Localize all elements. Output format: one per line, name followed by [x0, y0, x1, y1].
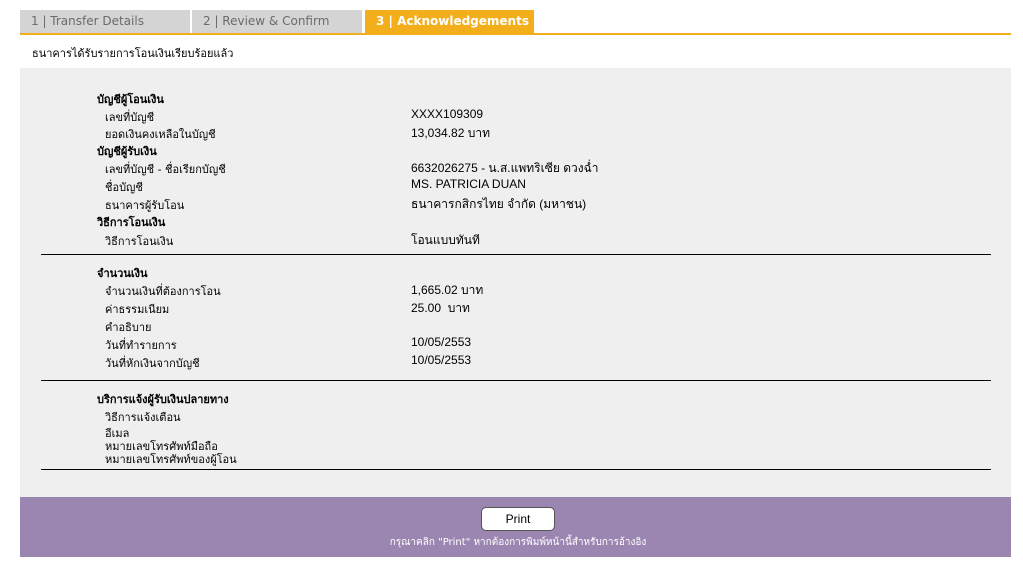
- section-divider: [41, 469, 991, 470]
- print-note: กรุณาคลิก "Print" หากต้องการพิมพ์หน้านี้…: [389, 537, 647, 548]
- tab-review-confirm[interactable]: 2 | Review & Confirm: [192, 10, 362, 33]
- transfer-amount-value: 1,665.02 บาท: [411, 283, 484, 297]
- transfer-amount-label: จำนวนเงินที่ต้องการโอน: [105, 285, 221, 298]
- section-divider: [41, 380, 991, 381]
- notify-heading: บริการแจ้งผู้รับเงินปลายทาง: [97, 393, 229, 406]
- section-divider: [41, 254, 991, 255]
- from-account-number: XXXX109309: [411, 107, 484, 121]
- debit-date-label: วันที่หักเงินจากบัญชี: [105, 357, 200, 370]
- tab-underline: [20, 33, 1011, 35]
- tab-transfer-details[interactable]: 1 | Transfer Details: [20, 10, 190, 33]
- description-label: คำอธิบาย: [105, 321, 152, 334]
- to-account-value: 6632026275 - น.ส.แพทริเซีย ดวงฉ่ำ: [411, 161, 599, 175]
- tab-acknowledgements[interactable]: 3 | Acknowledgements: [365, 10, 534, 33]
- print-button[interactable]: Print: [481, 507, 555, 531]
- transfer-method-value: โอนแบบทันที: [411, 233, 480, 247]
- to-account-heading: บัญชีผู้รับเงิน: [97, 145, 157, 158]
- account-name-value: MS. PATRICIA DUAN: [411, 177, 526, 191]
- fee-label: ค่าธรรมเนียม: [105, 303, 170, 316]
- transfer-method-label: วิธีการโอนเงิน: [105, 235, 174, 248]
- balance-value: 13,034.82 บาท: [411, 126, 490, 140]
- sender-phone-label: หมายเลขโทรศัพท์ของผู้โอน: [105, 453, 237, 466]
- amount-heading: จำนวนเงิน: [97, 267, 148, 280]
- account-name-label: ชื่อบัญชี: [105, 181, 143, 194]
- from-account-heading: บัญชีผู้โอนเงิน: [97, 93, 164, 106]
- balance-label: ยอดเงินคงเหลือในบัญชี: [105, 128, 216, 141]
- to-account-label: เลขที่บัญชี - ชื่อเรียกบัญชี: [105, 163, 226, 176]
- status-message: ธนาคารได้รับรายการโอนเงินเรียบร้อยแล้ว: [32, 47, 234, 60]
- debit-date-value: 10/05/2553: [411, 353, 472, 367]
- step-tabs: 1 | Transfer Details 2 | Review & Confir…: [20, 10, 1011, 35]
- receiving-bank-value: ธนาคารกสิกรไทย จำกัด (มหาชน): [411, 197, 587, 211]
- transaction-date-value: 10/05/2553: [411, 335, 472, 349]
- transaction-date-label: วันที่ทำรายการ: [105, 339, 177, 352]
- fee-value: 25.00 บาท: [411, 301, 470, 315]
- receiving-bank-label: ธนาคารผู้รับโอน: [105, 199, 185, 212]
- from-account-number-label: เลขที่บัญชี: [105, 111, 155, 124]
- transfer-method-heading: วิธีการโอนเงิน: [97, 216, 166, 229]
